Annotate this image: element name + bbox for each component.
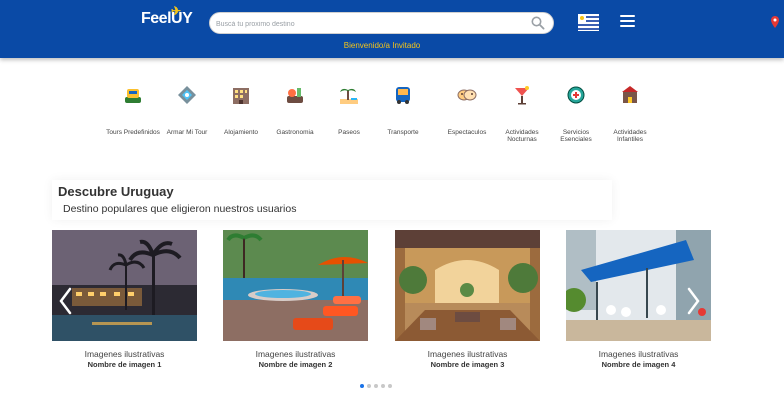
category-actividades-nocturnas[interactable]: Actividades Nocturnas: [494, 84, 550, 143]
hamburger-menu-icon[interactable]: [620, 15, 635, 29]
plane-icon: ✈: [171, 4, 181, 18]
search-icon[interactable]: [531, 16, 545, 30]
food-icon: [287, 88, 303, 103]
destination-image-pool-deck[interactable]: [223, 230, 368, 341]
discover-title: Descubre Uruguay: [58, 184, 174, 199]
cocktail-icon: [515, 86, 529, 105]
feeluy-logo[interactable]: FeelUY ✈: [141, 4, 193, 28]
destinations-carousel: Imagenes ilustrativas Nombre de imagen 1…: [52, 226, 712, 384]
welcome-message: Bienvenido/a Invitado: [343, 41, 421, 50]
carousel-dot[interactable]: [388, 384, 392, 388]
category-actividades-infantiles[interactable]: Actividades Infantiles: [602, 84, 658, 143]
uruguay-flag-icon[interactable]: [578, 14, 599, 31]
search-input[interactable]: [216, 14, 526, 35]
category-tours-predefinidos[interactable]: Tours Predefinidos: [105, 84, 161, 136]
discover-subtitle: Destino populares que eligieron nuestros…: [63, 203, 297, 215]
bus-icon: [396, 87, 410, 104]
category-paseos[interactable]: Paseos: [321, 84, 377, 136]
carousel-dot[interactable]: [381, 384, 385, 388]
carousel-card-3[interactable]: Imagenes ilustrativas Nombre de imagen 3: [395, 230, 540, 380]
build-tour-icon: [178, 86, 196, 104]
category-transporte[interactable]: Transporte: [375, 84, 431, 136]
category-espectaculos[interactable]: Espectaculos: [439, 84, 495, 136]
location-pin-icon[interactable]: [771, 16, 779, 28]
carousel-card-2[interactable]: Imagenes ilustrativas Nombre de imagen 2: [223, 230, 368, 380]
search-bar: [209, 12, 554, 35]
carousel-dot[interactable]: [367, 384, 371, 388]
top-header: FeelUY ✈ Bienvenido/a Invitado: [0, 0, 784, 58]
carousel-prev-arrow-icon[interactable]: [58, 286, 74, 316]
category-bar: Tours Predefinidos Armar Mi Tour Alojami…: [105, 84, 665, 154]
carousel-dot[interactable]: [374, 384, 378, 388]
carousel-next-arrow-icon[interactable]: [685, 286, 701, 316]
tour-icon: [125, 89, 141, 103]
kids-icon: [622, 86, 638, 103]
carousel-dot[interactable]: [360, 384, 364, 388]
category-armar-mi-tour[interactable]: Armar Mi Tour: [159, 84, 215, 136]
mask-icon: [457, 89, 477, 101]
destination-image-courtyard[interactable]: [395, 230, 540, 341]
carousel-pagination: [360, 375, 395, 388]
hotel-icon: [233, 88, 249, 104]
category-servicios-esenciales[interactable]: Servicios Esenciales: [548, 84, 604, 143]
category-alojamiento[interactable]: Alojamiento: [213, 84, 269, 136]
category-gastronomia[interactable]: Gastronomia: [267, 84, 323, 136]
beach-icon: [340, 88, 358, 104]
services-icon: [567, 86, 585, 104]
logo-text: FeelUY: [141, 10, 193, 27]
discover-panel: Descubre Uruguay Destino populares que e…: [52, 180, 612, 220]
